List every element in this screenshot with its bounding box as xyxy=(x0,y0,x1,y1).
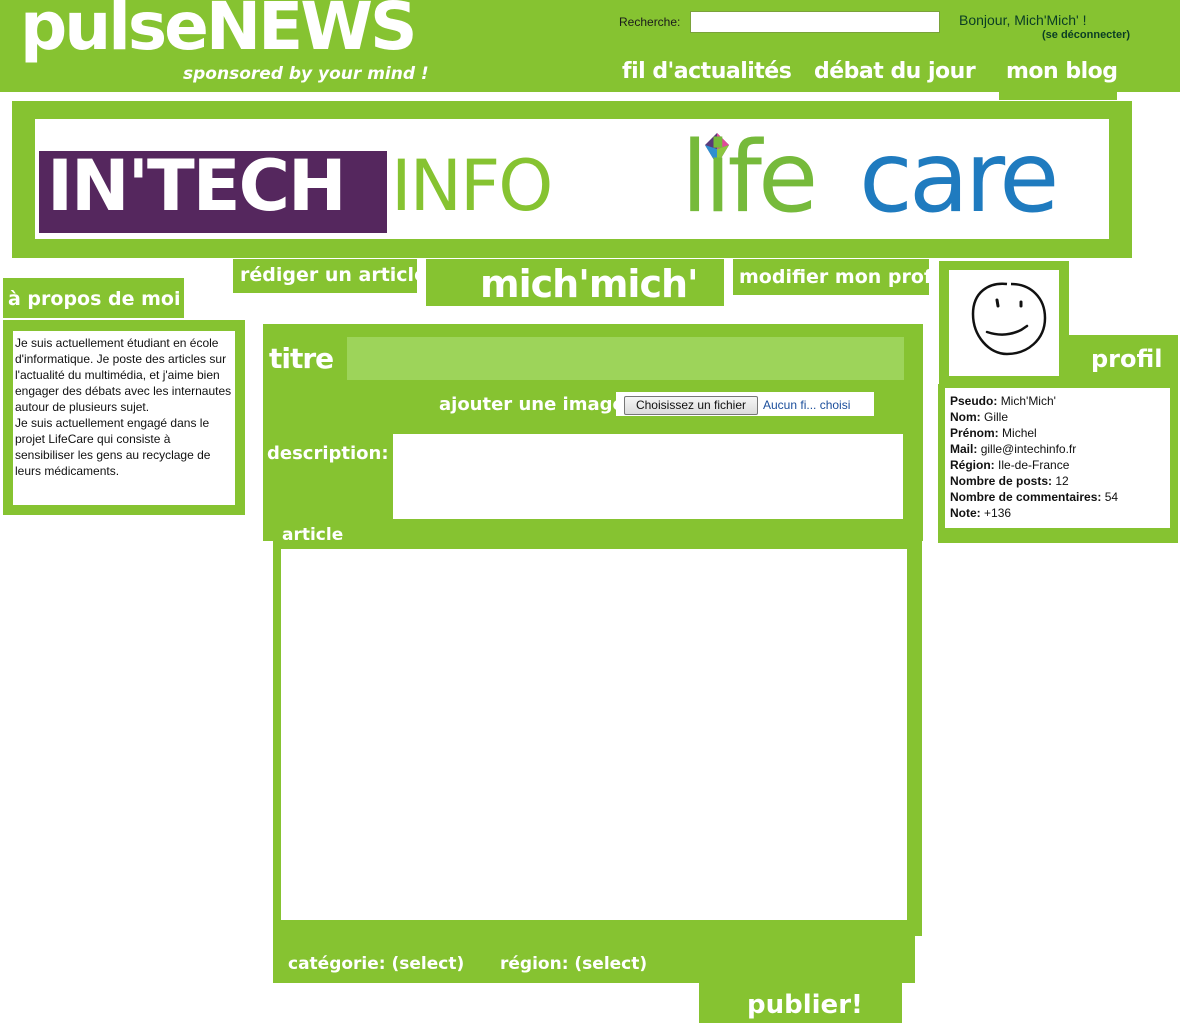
publish-label[interactable]: publier! xyxy=(747,990,863,1020)
field-label: Pseudo: xyxy=(950,394,998,408)
field-label: Nom: xyxy=(950,410,981,424)
profile-field-comments: Nombre de commentaires: 54 xyxy=(950,489,1118,505)
field-value: 12 xyxy=(1055,474,1069,488)
region-select[interactable]: région: (select) xyxy=(500,954,647,974)
profile-field-posts: Nombre de posts: 12 xyxy=(950,473,1118,489)
field-label: Nombre de commentaires: xyxy=(950,490,1102,504)
field-label: Prénom: xyxy=(950,426,999,440)
smiley-avatar-icon xyxy=(971,282,1047,356)
intech-logo-text: IN'TECH xyxy=(47,145,347,227)
field-value: Michel xyxy=(1002,426,1037,440)
file-status: Aucun fi... choisi xyxy=(763,398,851,412)
logout-link[interactable]: (se déconnecter) xyxy=(1042,29,1130,41)
field-value: Ile-de-France xyxy=(998,458,1070,472)
avatar xyxy=(949,270,1059,376)
nav-daily-debate[interactable]: débat du jour xyxy=(814,59,976,84)
field-value: +136 xyxy=(984,506,1012,520)
site-logo[interactable]: pulseNEWS xyxy=(20,0,418,60)
field-label: Nombre de posts: xyxy=(950,474,1053,488)
profile-field-mail: Mail: gille@intechinfo.fr xyxy=(950,441,1118,457)
nav-my-blog[interactable]: mon blog xyxy=(1006,59,1118,84)
search-label: Recherche: xyxy=(619,15,681,29)
add-image-label: ajouter une image xyxy=(439,394,625,415)
field-value: 54 xyxy=(1104,490,1119,504)
edit-profile-label[interactable]: modifier mon profil xyxy=(739,266,945,288)
user-greeting: Bonjour, Mich'Mich' ! xyxy=(959,12,1087,28)
nav-news-feed[interactable]: fil d'actualités xyxy=(622,59,792,84)
username-title: mich'mich' xyxy=(480,262,699,306)
field-value: gille@intechinfo.fr xyxy=(980,442,1077,456)
article-label: article xyxy=(282,525,344,545)
category-select[interactable]: catégorie: (select) xyxy=(288,954,464,974)
article-textarea[interactable] xyxy=(281,549,907,920)
about-title: à propos de moi xyxy=(8,288,181,310)
profile-field-region: Région: Ile-de-France xyxy=(950,457,1118,473)
about-text: Je suis actuellement étudiant en école d… xyxy=(15,336,232,478)
write-article-label[interactable]: rédiger un article xyxy=(240,264,427,286)
site-slogan: sponsored by your mind ! xyxy=(183,64,429,84)
lifecare-care-text: care xyxy=(859,121,1059,235)
field-label: Région: xyxy=(950,458,995,472)
field-value: Mich'Mich' xyxy=(1000,394,1056,408)
lifecare-life-text: life xyxy=(681,121,818,235)
field-label: Mail: xyxy=(950,442,978,456)
info-logo-text: INFO xyxy=(391,145,553,227)
profile-fields: Pseudo: Mich'Mich' Nom: Gille Prénom: Mi… xyxy=(950,393,1118,521)
profile-field-note: Note: +136 xyxy=(950,505,1118,521)
profile-field-nom: Nom: Gille xyxy=(950,409,1118,425)
profile-title: profil xyxy=(1091,345,1163,373)
title-label: titre xyxy=(269,342,334,375)
field-label: Note: xyxy=(950,506,981,520)
choose-file-button[interactable]: Choisissez un fichier xyxy=(624,396,758,415)
banner-image: IN'TECH INFO life care xyxy=(35,119,1109,239)
description-label: description: xyxy=(267,443,389,464)
title-input[interactable] xyxy=(347,337,904,380)
field-value: Gille xyxy=(984,410,1009,424)
profile-field-pseudo: Pseudo: Mich'Mich' xyxy=(950,393,1118,409)
search-input[interactable] xyxy=(690,11,940,33)
profile-field-prenom: Prénom: Michel xyxy=(950,425,1118,441)
